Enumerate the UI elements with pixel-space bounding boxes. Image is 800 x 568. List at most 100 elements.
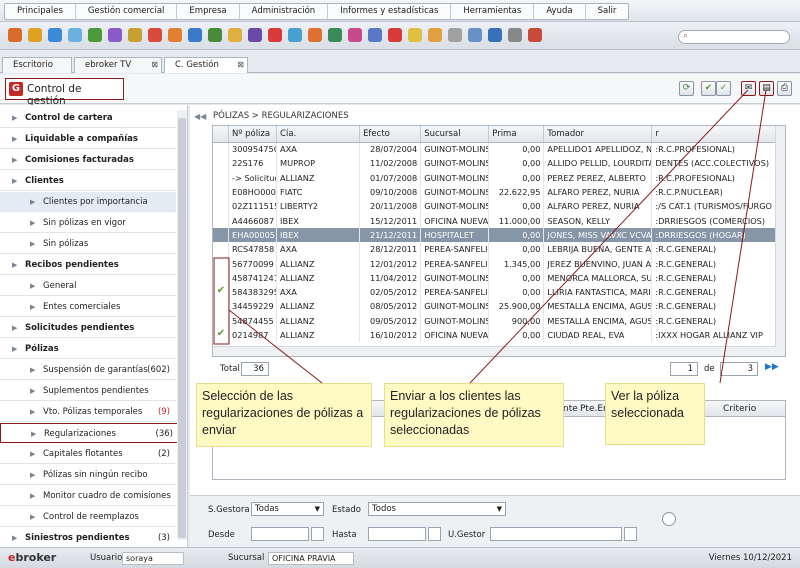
toolbar-app-icon[interactable] — [128, 28, 142, 42]
sidebar-item-1[interactable]: ▶ Liquidable a compañías — [0, 129, 176, 149]
table-row[interactable]: 56770099 ALLIANZ 12/01/2012 PEREA-SANFELIU 1… — [213, 256, 785, 271]
view-policy-button[interactable]: ▤ — [759, 81, 774, 96]
toolbar-app-icon[interactable] — [308, 28, 322, 42]
row-check-cell[interactable] — [213, 142, 230, 157]
row-check-cell[interactable] — [213, 184, 230, 200]
toolbar-app-icon[interactable] — [108, 28, 122, 42]
collapse-icon[interactable]: ◀◀ — [194, 112, 206, 121]
scroll-thumb[interactable] — [178, 118, 186, 538]
calendar-icon[interactable] — [311, 527, 324, 541]
grid-column-header[interactable]: Cía. — [276, 126, 361, 143]
toolbar-app-icon[interactable] — [8, 28, 22, 42]
toolbar-app-icon[interactable] — [208, 28, 222, 42]
toolbar-app-icon[interactable] — [168, 28, 182, 42]
search-input[interactable]: ⌕ — [678, 30, 790, 44]
ugestor-input[interactable] — [490, 527, 622, 541]
table-row[interactable]: RCS47858 AXA 28/12/2011 PEREA-SANFELIU 0,00 L… — [213, 242, 785, 257]
check-all-button[interactable]: ✔ — [701, 81, 716, 96]
toolbar-app-icon[interactable] — [268, 28, 282, 42]
sidebar-item-16[interactable]: ▶ Capitales flotantes (2) — [0, 444, 176, 464]
desde-date-input[interactable] — [251, 527, 309, 541]
toolbar-app-icon[interactable] — [488, 28, 502, 42]
toolbar-app-icon[interactable] — [508, 28, 522, 42]
toolbar-app-icon[interactable] — [448, 28, 462, 42]
table-row[interactable]: 0214987 ALLIANZ 16/10/2012 OFICINA NUEVA 0,0… — [213, 327, 785, 343]
sidebar-item-20[interactable]: ▶ Siniestros pendientes (3) — [0, 528, 176, 548]
sidebar-item-10[interactable]: ▶ Solicitudes pendientes — [0, 318, 176, 338]
table-row[interactable]: 458741241 ALLIANZ 11/04/2012 GUINOT-MOLINS 0… — [213, 270, 785, 285]
sidebar-item-0[interactable]: ▶ Control de cartera — [0, 108, 176, 128]
row-check-cell[interactable] — [213, 242, 230, 257]
sidebar-item-18[interactable]: ▶ Monitor cuadro de comisiones — [0, 486, 176, 506]
toolbar-app-icon[interactable] — [228, 28, 242, 42]
toolbar-app-icon[interactable] — [48, 28, 62, 42]
sidebar-item-4[interactable]: ▶ Clientes por importancia — [0, 192, 176, 212]
table-row[interactable]: -> Solicitud ALLIANZ 01/07/2008 GUINOT-MOLI… — [213, 170, 785, 185]
sidebar-item-7[interactable]: ▶ Recibos pendientes — [0, 255, 176, 275]
page-input[interactable]: 1 — [670, 362, 698, 376]
hasta-date-input[interactable] — [368, 527, 426, 541]
table-row[interactable]: 584383295 AXA 02/05/2012 PEREA-SANFELIU 0,00… — [213, 284, 785, 300]
sidebar-item-12[interactable]: ▶ Suspensión de garantías (602) — [0, 360, 176, 380]
toolbar-app-icon[interactable] — [288, 28, 302, 42]
toolbar-app-icon[interactable] — [408, 28, 422, 42]
menu-item-0[interactable]: Principales — [5, 4, 76, 19]
sidebar-scrollbar[interactable] — [177, 110, 187, 540]
toolbar-app-icon[interactable] — [88, 28, 102, 42]
sidebar-item-2[interactable]: ▶ Comisiones facturadas — [0, 150, 176, 170]
uncheck-button[interactable]: ✓ — [716, 81, 731, 96]
toolbar-app-icon[interactable] — [68, 28, 82, 42]
grid-column-header[interactable]: Prima — [488, 126, 545, 143]
send-to-clients-button[interactable]: ✉ — [741, 81, 756, 96]
toolbar-app-icon[interactable] — [468, 28, 482, 42]
grid-column-header[interactable]: Efecto — [359, 126, 422, 143]
table-row[interactable]: E08HO000 FIATC 09/10/2008 GUINOT-MOLINS 22.6… — [213, 184, 785, 200]
calendar-icon[interactable] — [428, 527, 441, 541]
table-row[interactable]: 02Z111515 LIBERTY2 20/11/2008 GUINOT-MOLINS… — [213, 199, 785, 214]
sidebar-item-15[interactable]: ▶ Regularizaciones (36) — [0, 423, 180, 443]
row-check-cell[interactable] — [213, 213, 230, 228]
tab-c-gestion[interactable]: C. Gestión ⊠ — [164, 57, 248, 73]
sidebar-item-9[interactable]: ▶ Entes comerciales — [0, 297, 176, 317]
grid-column-header[interactable]: Sucursal — [420, 126, 490, 143]
table-row[interactable]: EHA00005 IBEX 21/12/2011 HOSPITALET 0,00 JONE… — [213, 227, 785, 243]
menu-item-5[interactable]: Herramientas — [451, 4, 535, 19]
sidebar-item-6[interactable]: ▶ Sin pólizas — [0, 234, 176, 254]
toolbar-app-icon[interactable] — [348, 28, 362, 42]
tab-escritorio[interactable]: Escritorio — [2, 57, 72, 73]
toolbar-app-icon[interactable] — [248, 28, 262, 42]
sidebar-item-8[interactable]: ▶ General — [0, 276, 176, 296]
gestora-select[interactable]: Todas ▼ — [251, 502, 324, 516]
table-row[interactable]: 22S176 MUPROP 11/02/2008 GUINOT-MOLINS 0,00 A… — [213, 156, 785, 171]
row-check-cell[interactable] — [213, 170, 230, 185]
menu-item-4[interactable]: Informes y estadísticas — [328, 4, 452, 19]
sidebar-item-5[interactable]: ▶ Sin pólizas en vigor — [0, 213, 176, 233]
toolbar-app-icon[interactable] — [188, 28, 202, 42]
sidebar-item-11[interactable]: ▶ Pólizas — [0, 339, 176, 359]
menu-item-7[interactable]: Salir — [586, 4, 629, 19]
toolbar-app-icon[interactable] — [528, 28, 542, 42]
sidebar-item-19[interactable]: ▶ Control de reemplazos — [0, 507, 176, 527]
close-icon[interactable]: ⊠ — [151, 58, 158, 72]
row-check-cell[interactable] — [213, 299, 230, 314]
clear-filters-button[interactable] — [662, 512, 676, 526]
grid-column-header[interactable]: r — [651, 126, 785, 143]
check-icon[interactable]: ✔ — [213, 328, 229, 342]
sidebar-item-13[interactable]: ▶ Suplementos pendientes — [0, 381, 176, 401]
close-icon[interactable]: ⊠ — [237, 58, 244, 72]
toolbar-app-icon[interactable] — [388, 28, 402, 42]
toolbar-app-icon[interactable] — [428, 28, 442, 42]
toolbar-app-icon[interactable] — [328, 28, 342, 42]
refresh-button[interactable]: ⟳ — [679, 81, 694, 96]
tab-ebroker-tv[interactable]: ebroker TV ⊠ — [74, 57, 162, 73]
menu-item-3[interactable]: Administración — [240, 4, 329, 19]
sidebar-item-17[interactable]: ▶ Pólizas sin ningún recibo — [0, 465, 176, 485]
menu-item-6[interactable]: Ayuda — [534, 4, 586, 19]
grid-column-header[interactable]: Tomador — [543, 126, 653, 143]
row-check-cell[interactable] — [213, 199, 230, 214]
menu-item-1[interactable]: Gestión comercial — [76, 4, 178, 19]
check-icon[interactable]: ✔ — [213, 285, 229, 299]
toolbar-app-icon[interactable] — [148, 28, 162, 42]
table-row[interactable]: 30095475C AXA 28/07/2004 GUINOT-MOLINS 0,00 A… — [213, 142, 785, 157]
sidebar-item-3[interactable]: ▶ Clientes — [0, 171, 176, 191]
